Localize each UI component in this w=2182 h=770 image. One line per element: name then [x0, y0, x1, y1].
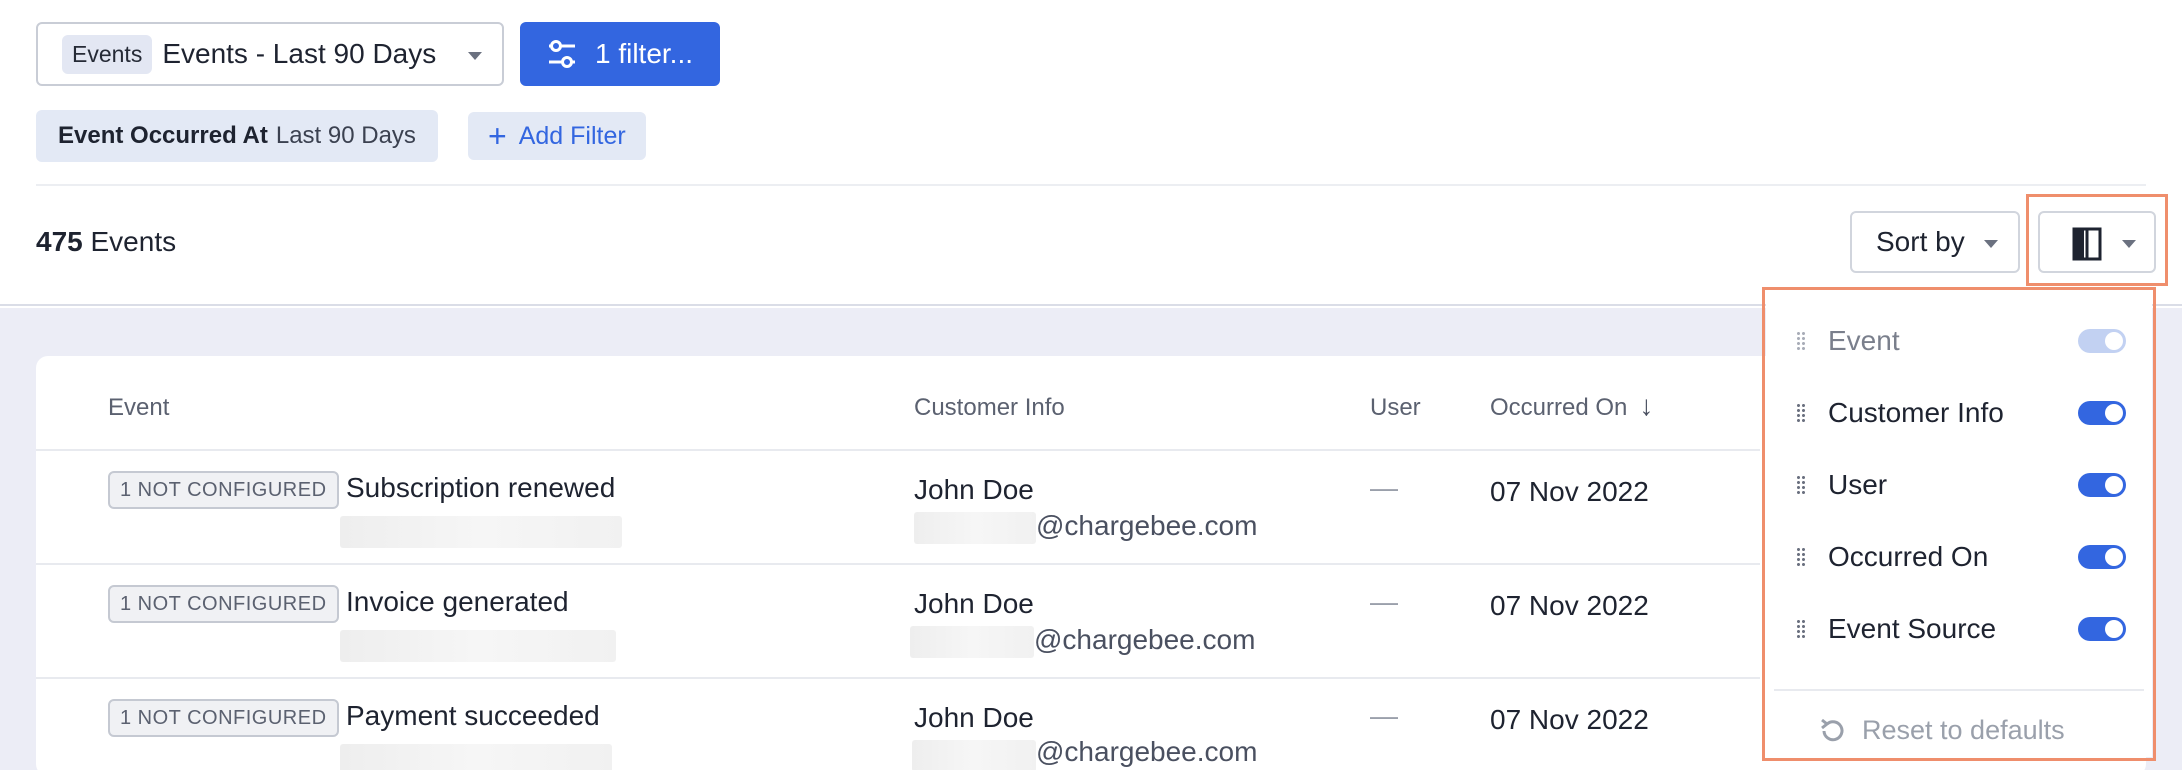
- drag-handle-icon[interactable]: [1796, 547, 1806, 567]
- event-count-number: 475: [36, 226, 83, 257]
- column-header-occurred-on[interactable]: Occurred On ↓: [1490, 390, 1653, 422]
- add-filter-button[interactable]: + Add Filter: [468, 112, 646, 160]
- chevron-down-icon: [2122, 240, 2136, 248]
- customer-email: @chargebee.com: [1034, 624, 1256, 655]
- filter-value: Last 90 Days: [275, 122, 416, 149]
- customer-email: @chargebee.com: [1036, 510, 1258, 541]
- user-value: —: [1370, 586, 1398, 617]
- view-name: Events - Last 90 Days: [162, 38, 437, 69]
- row-divider: [36, 677, 1760, 679]
- filter-field: Event Occurred At: [58, 122, 268, 149]
- column-option-label: Event: [1828, 325, 1900, 356]
- active-filter-chip[interactable]: Event Occurred At Last 90 Days: [36, 110, 438, 162]
- plus-icon: +: [488, 118, 507, 154]
- event-name[interactable]: Payment succeeded: [346, 700, 600, 732]
- columns-icon: [2072, 227, 2102, 261]
- redacted-text: [340, 744, 612, 770]
- redacted-text: [340, 516, 622, 548]
- columns-menu: Event Customer Info User Occurred On Eve…: [1766, 291, 2152, 757]
- sliders-icon: [548, 40, 575, 68]
- customer-name[interactable]: John Doe: [914, 588, 1034, 620]
- event-name[interactable]: Subscription renewed: [346, 472, 615, 504]
- sort-by-label: Sort by: [1876, 226, 1965, 257]
- redacted-email-prefix: [912, 740, 1036, 770]
- column-option-label: Event Source: [1828, 613, 1997, 644]
- sort-desc-icon: ↓: [1639, 390, 1654, 421]
- filter-button-label: 1 filter...: [594, 38, 694, 69]
- event-count-unit: Events: [90, 226, 177, 257]
- column-option-event-source[interactable]: Event Source: [1796, 609, 2126, 649]
- view-selector[interactable]: Events Events - Last 90 Days: [36, 22, 504, 86]
- reset-icon: [1821, 718, 1844, 741]
- column-option-customer-info[interactable]: Customer Info: [1796, 393, 2126, 433]
- redacted-text: [340, 630, 616, 662]
- occurred-date: 07 Nov 2022: [1490, 704, 1649, 735]
- status-badge: 1 NOT CONFIGURED: [108, 699, 339, 737]
- column-toggle[interactable]: [2078, 473, 2126, 497]
- user-value: —: [1370, 472, 1398, 503]
- reset-to-defaults-button[interactable]: Reset to defaults: [1818, 715, 2065, 746]
- columns-button[interactable]: [2038, 211, 2156, 273]
- column-header-user[interactable]: User: [1370, 394, 1421, 422]
- drag-handle-icon[interactable]: [1796, 403, 1806, 423]
- column-option-label: Occurred On: [1828, 541, 1989, 572]
- sort-by-button[interactable]: Sort by: [1850, 211, 2020, 273]
- row-divider: [36, 563, 1760, 565]
- column-toggle: [2078, 329, 2126, 353]
- menu-divider: [1774, 689, 2144, 691]
- column-option-user[interactable]: User: [1796, 465, 2126, 505]
- event-name[interactable]: Invoice generated: [346, 586, 569, 618]
- column-toggle[interactable]: [2078, 617, 2126, 641]
- drag-handle-icon: [1796, 331, 1806, 351]
- column-option-occurred-on[interactable]: Occurred On: [1796, 537, 2126, 577]
- drag-handle-icon[interactable]: [1796, 619, 1806, 639]
- customer-name[interactable]: John Doe: [914, 702, 1034, 734]
- column-toggle[interactable]: [2078, 545, 2126, 569]
- redacted-email-prefix: [914, 512, 1036, 544]
- column-header-customer-info[interactable]: Customer Info: [914, 394, 1065, 422]
- redacted-email-prefix: [910, 626, 1034, 658]
- filter-button[interactable]: 1 filter...: [520, 22, 720, 86]
- column-option-event: Event: [1796, 321, 2126, 361]
- occurred-date: 07 Nov 2022: [1490, 590, 1649, 621]
- customer-name[interactable]: John Doe: [914, 474, 1034, 506]
- row-divider: [36, 449, 1760, 451]
- drag-handle-icon[interactable]: [1796, 475, 1806, 495]
- column-header-event[interactable]: Event: [108, 394, 169, 422]
- view-tag: Events: [62, 34, 153, 74]
- reset-label: Reset to defaults: [1862, 715, 2065, 745]
- column-header-occurred-on-label: Occurred On: [1490, 394, 1628, 421]
- divider: [36, 184, 2146, 186]
- toolbar-area: Events Events - Last 90 Days 1 filter...…: [0, 0, 2182, 306]
- column-option-label: User: [1828, 469, 1888, 500]
- customer-email: @chargebee.com: [1036, 736, 1258, 767]
- chevron-down-icon: [1984, 240, 1998, 248]
- user-value: —: [1370, 700, 1398, 731]
- column-toggle[interactable]: [2078, 401, 2126, 425]
- chevron-down-icon: [468, 52, 482, 60]
- add-filter-label: Add Filter: [518, 121, 626, 150]
- status-badge: 1 NOT CONFIGURED: [108, 471, 339, 509]
- column-option-label: Customer Info: [1828, 397, 2004, 428]
- occurred-date: 07 Nov 2022: [1490, 476, 1649, 507]
- status-badge: 1 NOT CONFIGURED: [108, 585, 339, 623]
- event-count: 475 Events: [36, 226, 176, 258]
